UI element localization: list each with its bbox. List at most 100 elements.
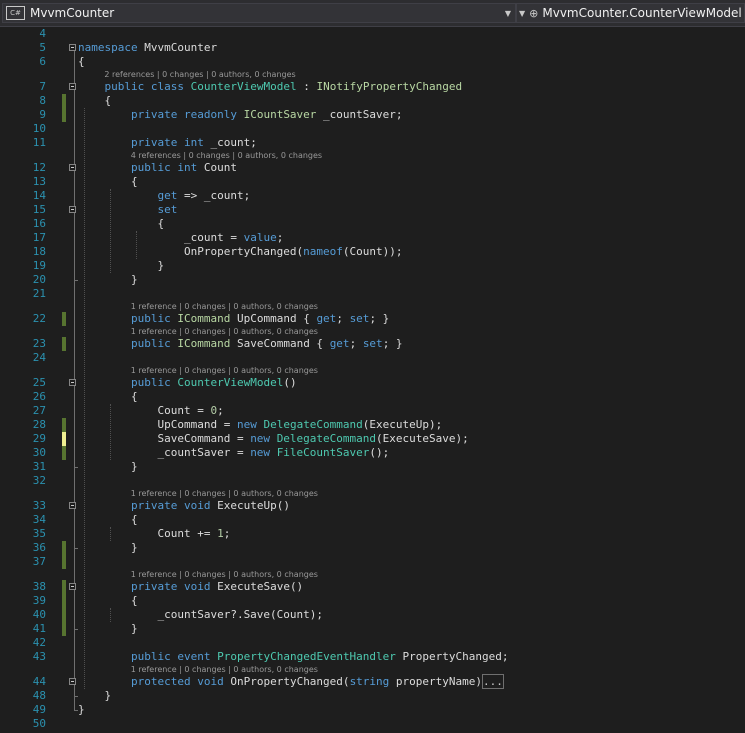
code-line[interactable]: 12 public int Count — [0, 161, 745, 175]
code-text[interactable]: private void ExecuteUp() — [78, 499, 290, 513]
member-dropdown[interactable]: ▼ ⊕ MvvmCounter.CounterViewModel — [516, 3, 745, 23]
code-line[interactable]: 9 private readonly ICountSaver _countSav… — [0, 108, 745, 122]
code-text[interactable]: private int _count; — [78, 136, 257, 150]
code-text[interactable]: public int Count — [78, 161, 237, 175]
codelens-info[interactable]: 4 references | 0 changes | 0 authors, 0 … — [131, 151, 322, 161]
code-line[interactable]: 44 protected void OnPropertyChanged(stri… — [0, 674, 745, 689]
code-text[interactable]: UpCommand = new DelegateCommand(ExecuteU… — [78, 418, 442, 432]
code-text[interactable]: } — [78, 259, 164, 273]
code-text[interactable]: } — [78, 622, 138, 636]
code-line[interactable]: 6{ — [0, 55, 745, 69]
collapse-toggle-icon[interactable] — [69, 83, 76, 90]
code-text[interactable]: { — [78, 390, 138, 404]
code-line[interactable]: 11 private int _count; — [0, 136, 745, 150]
code-line[interactable]: 31 } — [0, 460, 745, 474]
code-text[interactable]: { — [78, 175, 138, 189]
code-text[interactable]: public ICommand SaveCommand { get; set; … — [78, 337, 403, 351]
code-line[interactable]: 34 { — [0, 513, 745, 527]
code-line[interactable]: 5 namespace MvvmCounter — [0, 41, 745, 55]
code-text[interactable]: SaveCommand = new DelegateCommand(Execut… — [78, 432, 468, 446]
code-text[interactable]: protected void OnPropertyChanged(string … — [78, 674, 504, 689]
code-text[interactable]: { — [78, 94, 111, 108]
code-text[interactable]: { — [78, 513, 138, 527]
code-line[interactable]: 24 — [0, 351, 745, 365]
code-text[interactable]: { — [78, 217, 164, 231]
code-text[interactable]: private readonly ICountSaver _countSaver… — [78, 108, 403, 122]
code-line[interactable]: 38 private void ExecuteSave() — [0, 580, 745, 594]
collapse-toggle-icon[interactable] — [69, 502, 76, 509]
code-line[interactable]: 25 public CounterViewModel() — [0, 376, 745, 390]
codelens-info[interactable]: 1 reference | 0 changes | 0 authors, 0 c… — [131, 665, 318, 675]
code-line[interactable]: 26 { — [0, 390, 745, 404]
code-line[interactable]: 49} — [0, 703, 745, 717]
code-line[interactable]: 43 public event PropertyChangedEventHand… — [0, 650, 745, 664]
code-line[interactable]: 48 } — [0, 689, 745, 703]
code-text[interactable]: Count = 0; — [78, 404, 223, 418]
code-line[interactable]: 50 — [0, 717, 745, 731]
code-line[interactable]: 41 } — [0, 622, 745, 636]
code-text[interactable]: { — [78, 594, 138, 608]
code-line[interactable]: 33 private void ExecuteUp() — [0, 499, 745, 513]
code-text[interactable]: { — [78, 55, 85, 69]
code-line[interactable]: 18 OnPropertyChanged(nameof(Count)); — [0, 245, 745, 259]
code-line[interactable]: 39 { — [0, 594, 745, 608]
codelens-info[interactable]: 2 references | 0 changes | 0 authors, 0 … — [104, 70, 295, 80]
code-editor[interactable]: 4 5 namespace MvvmCounter 6{2 references | … — [0, 27, 745, 733]
code-text[interactable]: } — [78, 689, 111, 703]
code-text[interactable]: _count = value; — [78, 231, 283, 245]
code-text[interactable]: } — [78, 460, 138, 474]
code-line[interactable]: 21 — [0, 287, 745, 301]
code-line[interactable]: 16 { — [0, 217, 745, 231]
code-text[interactable]: public CounterViewModel() — [78, 376, 297, 390]
code-line[interactable]: 23 public ICommand SaveCommand { get; se… — [0, 337, 745, 351]
code-line[interactable]: 35 Count += 1; — [0, 527, 745, 541]
code-line[interactable]: 30 _countSaver = new FileCountSaver(); — [0, 446, 745, 460]
code-line[interactable]: 28 UpCommand = new DelegateCommand(Execu… — [0, 418, 745, 432]
code-line[interactable]: 10 — [0, 122, 745, 136]
collapsed-region-ellipsis[interactable]: ... — [482, 674, 504, 689]
codelens-info[interactable]: 1 reference | 0 changes | 0 authors, 0 c… — [131, 327, 318, 337]
collapse-toggle-icon[interactable] — [69, 379, 76, 386]
code-line[interactable]: 13 { — [0, 175, 745, 189]
code-line[interactable]: 40 _countSaver?.Save(Count); — [0, 608, 745, 622]
code-text[interactable]: public class CounterViewModel : INotifyP… — [78, 80, 463, 94]
codelens-info[interactable]: 1 reference | 0 changes | 0 authors, 0 c… — [131, 366, 318, 376]
code-line[interactable]: 32 — [0, 474, 745, 488]
code-text[interactable]: _countSaver?.Save(Count); — [78, 608, 323, 622]
code-line[interactable]: 17 _count = value; — [0, 231, 745, 245]
codelens-info[interactable]: 1 reference | 0 changes | 0 authors, 0 c… — [131, 302, 318, 312]
code-text[interactable]: namespace MvvmCounter — [78, 41, 217, 55]
code-line[interactable]: 20 } — [0, 273, 745, 287]
code-line[interactable]: 8 { — [0, 94, 745, 108]
collapse-toggle-icon[interactable] — [69, 583, 76, 590]
code-text[interactable]: public ICommand UpCommand { get; set; } — [78, 312, 389, 326]
code-text[interactable]: } — [78, 703, 85, 717]
code-text[interactable]: OnPropertyChanged(nameof(Count)); — [78, 245, 403, 259]
code-line[interactable]: 14 get => _count; — [0, 189, 745, 203]
code-line[interactable]: 42 — [0, 636, 745, 650]
collapse-toggle-icon[interactable] — [69, 206, 76, 213]
code-line[interactable]: 4 — [0, 27, 745, 41]
code-text[interactable]: set — [78, 203, 177, 217]
code-line[interactable]: 29 SaveCommand = new DelegateCommand(Exe… — [0, 432, 745, 446]
code-text[interactable]: _countSaver = new FileCountSaver(); — [78, 446, 389, 460]
code-line[interactable]: 22 public ICommand UpCommand { get; set;… — [0, 312, 745, 326]
code-text[interactable]: } — [78, 541, 138, 555]
codelens-info[interactable]: 1 reference | 0 changes | 0 authors, 0 c… — [131, 489, 318, 499]
code-line[interactable]: 27 Count = 0; — [0, 404, 745, 418]
project-dropdown[interactable]: C# MvvmCounter ▼ — [2, 3, 516, 23]
collapse-toggle-icon[interactable] — [69, 164, 76, 171]
code-text[interactable]: private void ExecuteSave() — [78, 580, 303, 594]
code-line[interactable]: 7 public class CounterViewModel : INotif… — [0, 80, 745, 94]
code-text[interactable]: get => _count; — [78, 189, 250, 203]
collapse-toggle-icon[interactable] — [69, 678, 76, 685]
code-text[interactable]: } — [78, 273, 138, 287]
code-line[interactable]: 15 set — [0, 203, 745, 217]
code-line[interactable]: 36 } — [0, 541, 745, 555]
collapse-toggle-icon[interactable] — [69, 44, 76, 51]
code-line[interactable]: 37 — [0, 555, 745, 569]
code-line[interactable]: 19 } — [0, 259, 745, 273]
code-text[interactable]: public event PropertyChangedEventHandler… — [78, 650, 509, 664]
codelens-info[interactable]: 1 reference | 0 changes | 0 authors, 0 c… — [131, 570, 318, 580]
code-text[interactable]: Count += 1; — [78, 527, 230, 541]
